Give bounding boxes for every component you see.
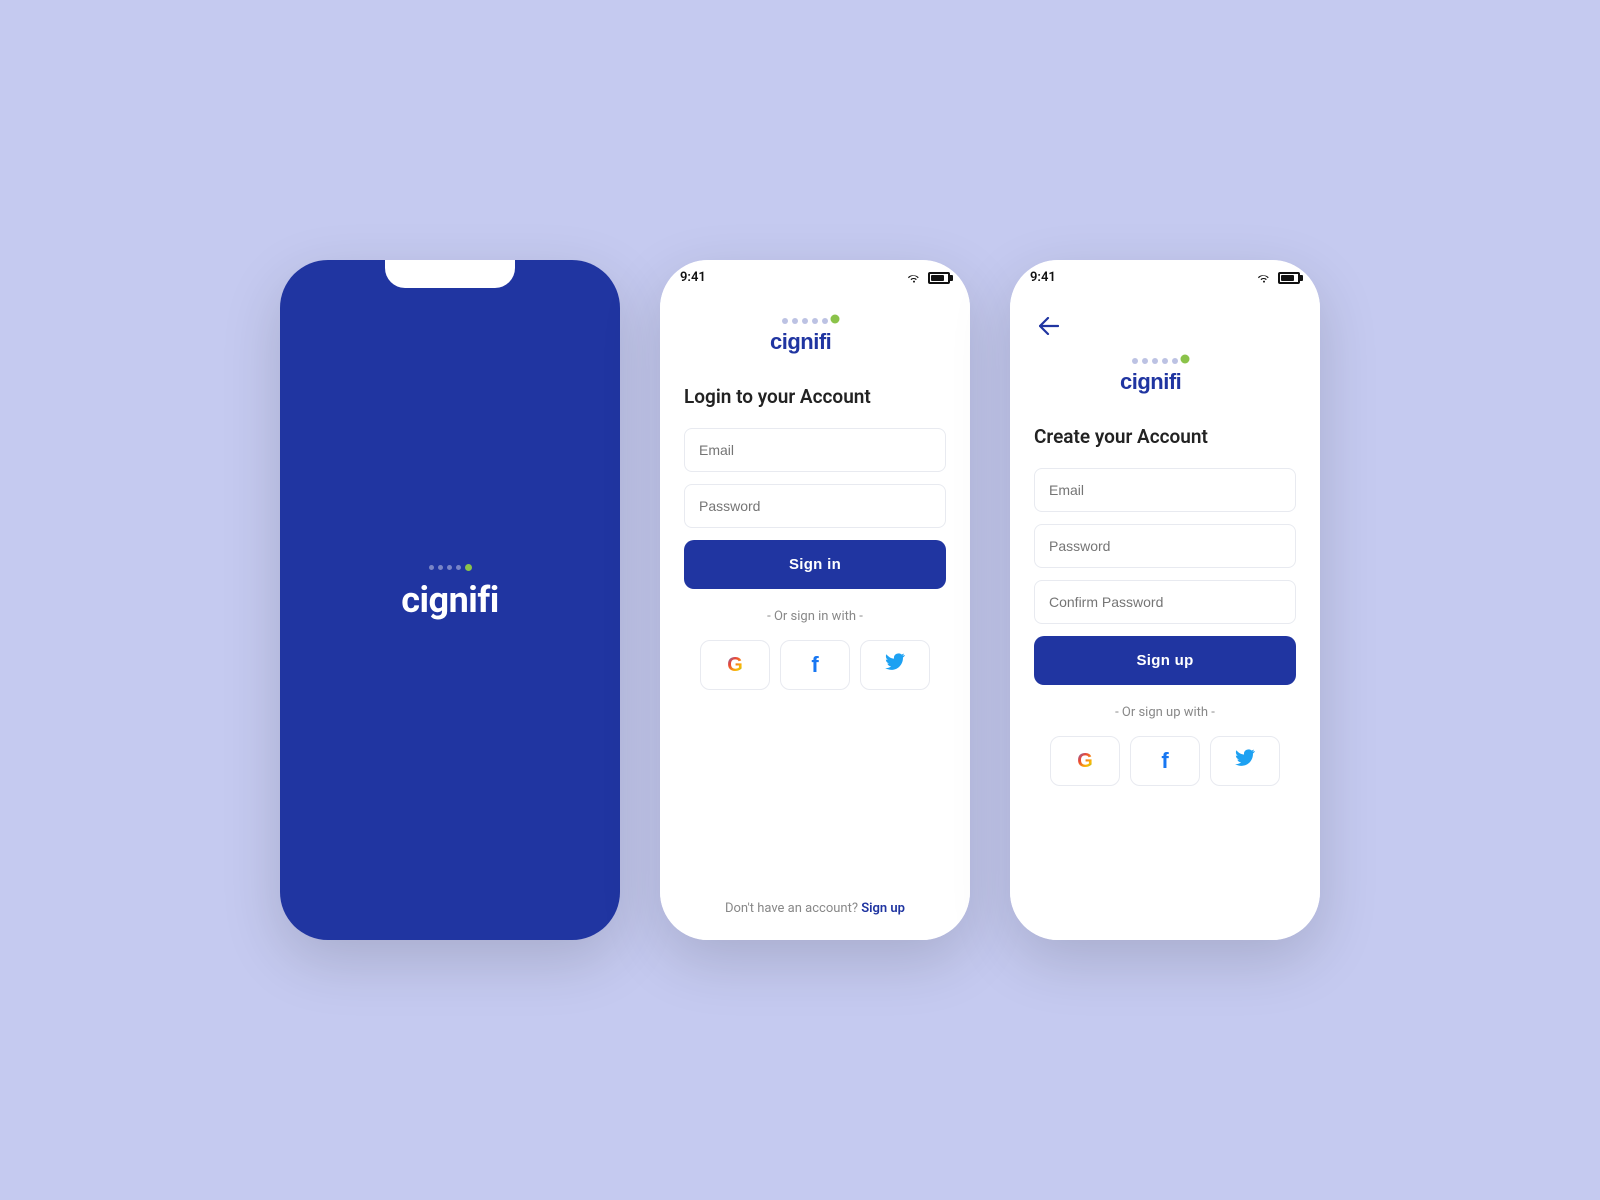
login-social-row: G f [684, 640, 946, 690]
twitter-login-button[interactable] [860, 640, 930, 690]
login-password-input[interactable] [684, 484, 946, 528]
facebook-login-button[interactable]: f [780, 640, 850, 690]
register-logo: cignifi [1110, 351, 1220, 401]
register-phone: 9:41 [1010, 260, 1320, 940]
login-logo-container: cignifi [684, 311, 946, 361]
status-time-login: 9:41 [680, 270, 706, 285]
login-inner: cignifi Login to your Account Sign in - … [660, 291, 970, 940]
battery-icon-register [1278, 272, 1300, 284]
status-bar-register: 9:41 [1010, 260, 1320, 291]
register-title: Create your Account [1034, 425, 1296, 448]
facebook-icon-reg: f [1161, 748, 1168, 774]
google-icon: G [727, 654, 743, 677]
register-inner: cignifi Create your Account Sign up - Or… [1010, 291, 1320, 940]
twitter-icon-reg [1235, 749, 1255, 773]
svg-text:cignifi: cignifi [770, 329, 831, 354]
twitter-register-button[interactable] [1210, 736, 1280, 786]
login-logo: cignifi [760, 311, 870, 361]
status-bar-login: 9:41 [660, 260, 970, 291]
register-social-row: G f [1034, 736, 1296, 786]
splash-phone: cignifi [280, 260, 620, 940]
wifi-icon [906, 272, 922, 284]
login-email-input[interactable] [684, 428, 946, 472]
splash-logo: cignifi [401, 579, 498, 621]
login-or-divider: - Or sign in with - [684, 609, 946, 624]
cignifi-svg: cignifi [760, 311, 870, 361]
status-icons-register [1256, 272, 1300, 284]
sign-up-link[interactable]: Sign up [861, 901, 905, 916]
login-title: Login to your Account [684, 385, 946, 408]
svg-text:cignifi: cignifi [1120, 369, 1181, 394]
sign-up-button[interactable]: Sign up [1034, 636, 1296, 685]
facebook-register-button[interactable]: f [1130, 736, 1200, 786]
status-time-register: 9:41 [1030, 270, 1056, 285]
twitter-icon [885, 653, 905, 677]
register-password-input[interactable] [1034, 524, 1296, 568]
register-email-input[interactable] [1034, 468, 1296, 512]
cignifi-svg-reg: cignifi [1110, 351, 1220, 401]
back-button[interactable] [1034, 311, 1064, 341]
google-icon-reg: G [1077, 750, 1093, 773]
register-or-divider: - Or sign up with - [1034, 705, 1296, 720]
wifi-icon-register [1256, 272, 1272, 284]
back-arrow-icon [1039, 317, 1059, 335]
login-bottom-link: Don't have an account? Sign up [684, 901, 946, 916]
sign-in-button[interactable]: Sign in [684, 540, 946, 589]
google-login-button[interactable]: G [700, 640, 770, 690]
facebook-icon: f [811, 652, 818, 678]
register-confirm-password-input[interactable] [1034, 580, 1296, 624]
status-icons-login [906, 272, 950, 284]
register-logo-container: cignifi [1034, 351, 1296, 401]
battery-icon [928, 272, 950, 284]
google-register-button[interactable]: G [1050, 736, 1120, 786]
login-phone: 9:41 cigni [660, 260, 970, 940]
